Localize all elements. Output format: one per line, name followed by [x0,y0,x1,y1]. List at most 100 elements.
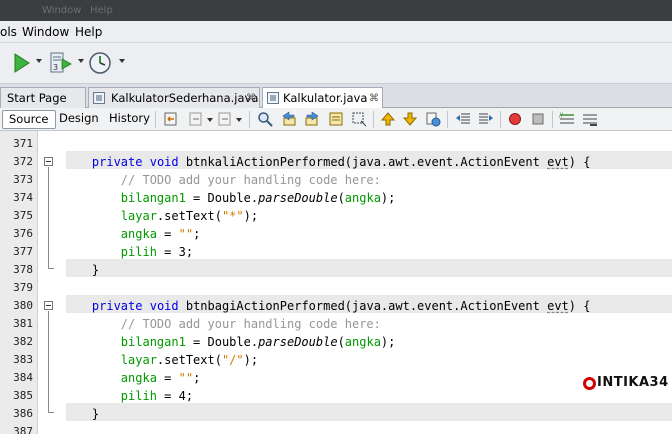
line-highlight [66,403,672,421]
code-token: pilih [120,389,157,403]
code-token: = 4; [156,389,194,403]
code-token: bilangan1 [120,335,186,349]
menu-help[interactable]: Help [75,25,102,39]
line-number: 378 [13,263,33,276]
tab-kalkulator[interactable]: Kalkulator.java ⌘ [262,87,383,109]
toggle-bookmark-icon[interactable] [425,111,441,127]
code-line: angka = ""; [63,225,201,243]
tab-kalkulator-label: Kalkulator.java [283,91,368,105]
shift-right-icon[interactable] [478,111,494,127]
code-token: evt [547,299,569,313]
last-edit-icon[interactable] [163,111,179,127]
code-token: ) { [568,299,591,313]
line-number: 372 [13,155,33,168]
code-token: void [149,155,179,169]
fold-margin [38,131,62,434]
line-number: 382 [13,335,33,348]
code-token: ); [243,353,259,367]
watermark-text: INTIKA34 [597,375,669,390]
fold-guide [48,167,49,268]
toolbar-separator [249,111,250,128]
tab-start-page[interactable]: Start Page [0,87,86,108]
code-token: .setText( [156,353,222,367]
code-token: ); [380,335,396,349]
code-token: ; [193,371,201,385]
code-editor[interactable]: 371 372 373 374 375 376 377 378 379 380 … [0,131,672,434]
profile-icon[interactable] [88,51,114,75]
source-tab[interactable]: Source [2,110,56,129]
rectangular-selection-icon[interactable] [351,111,367,127]
fold-guide-end [48,412,54,413]
history-tab[interactable]: History [103,110,156,129]
code-token: btnbagiActionPerformed(java.awt.event.Ac… [178,299,548,313]
line-number: 374 [13,191,33,204]
code-token: angka [120,371,157,385]
find-previous-icon[interactable] [281,111,297,127]
code-line: bilangan1 = Double.parseDouble(angka); [63,189,396,207]
stop-macro-recording-icon[interactable] [530,111,546,127]
fold-guide [48,311,49,412]
code-string: "*" [221,209,244,223]
profile-dropdown-icon[interactable] [119,59,125,63]
code-string: "" [178,227,194,241]
code-token: angka [344,191,381,205]
editor-toolbar: Source Design History // [0,108,672,131]
code-token: = Double. [185,191,259,205]
line-highlight [66,259,672,277]
tab-kalkulatorsederhana-label: KalkulatorSederhana.java [111,91,259,105]
shift-left-icon[interactable] [455,111,471,127]
comment-icon[interactable]: // [559,111,575,127]
menu-tools[interactable]: ols [0,25,17,39]
toolbar-separator [373,111,374,128]
toolbar-separator [500,111,501,128]
find-next-icon[interactable] [304,111,320,127]
code-line: } [63,261,99,279]
code-token: } [91,407,100,421]
previous-bookmark-icon[interactable] [380,111,396,127]
code-token: layar [120,209,157,223]
window-title-bar: Window Help [0,0,672,21]
find-icon[interactable] [257,111,273,127]
code-line: } [63,405,99,423]
close-tab-icon[interactable]: ⌘ [369,89,379,108]
code-line: angka = ""; [63,369,201,387]
code-line: // TODO add your handling code here: [63,171,381,189]
code-token: angka [344,335,381,349]
forward-icon[interactable] [217,111,233,127]
line-number: 384 [13,371,33,384]
code-token: private [91,155,143,169]
code-token: angka [120,227,157,241]
toolbar-separator [552,111,553,128]
next-bookmark-icon[interactable] [402,111,418,127]
main-toolbar: 3 [0,43,672,84]
uncomment-icon[interactable] [582,111,598,127]
tab-kalkulatorsederhana[interactable]: KalkulatorSederhana.java ⌘ [88,87,260,108]
code-comment: // TODO add your handling code here: [120,173,381,187]
design-tab[interactable]: Design [53,110,105,129]
menu-window[interactable]: Window [22,25,69,39]
code-string: "" [178,371,194,385]
code-token: btnkaliActionPerformed(java.awt.event.Ac… [178,155,548,169]
run-icon[interactable] [10,51,32,75]
code-token: = [156,227,179,241]
close-tab-icon[interactable]: ⌘ [246,89,256,108]
code-token: ); [380,191,396,205]
fold-toggle-icon[interactable] [44,157,53,166]
line-number: 373 [13,173,33,186]
code-line: pilih = 4; [63,387,193,405]
code-comment: // TODO add your handling code here: [120,317,381,331]
code-token: ( [337,191,345,205]
back-dropdown-icon[interactable] [207,118,213,122]
back-icon[interactable] [188,111,204,127]
forward-dropdown-icon[interactable] [236,118,242,122]
code-token: pilih [120,245,157,259]
fold-toggle-icon[interactable] [44,301,53,310]
build-project-icon[interactable]: 3 [48,51,74,75]
code-line: bilangan1 = Double.parseDouble(angka); [63,333,396,351]
build-dropdown-icon[interactable] [78,59,84,63]
code-token: parseDouble [258,335,338,349]
run-dropdown-icon[interactable] [36,59,42,63]
toggle-highlight-icon[interactable] [328,111,344,127]
code-string: "/" [221,353,244,367]
start-macro-recording-icon[interactable] [507,111,523,127]
